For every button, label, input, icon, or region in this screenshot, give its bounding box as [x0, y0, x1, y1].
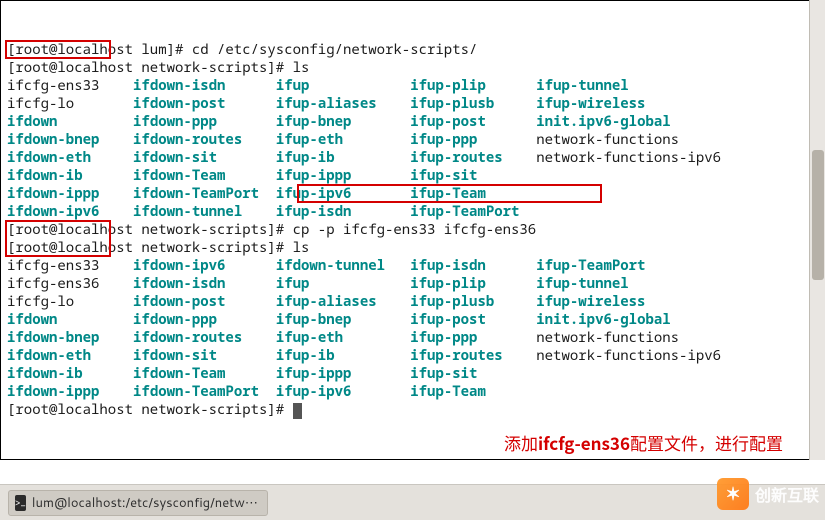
terminal-scrollbar[interactable]: [809, 0, 825, 460]
watermark-logo-icon: ✶: [717, 478, 749, 510]
watermark: ✶ 创新互联: [717, 478, 819, 510]
terminal-cursor: [293, 403, 302, 419]
terminal-window[interactable]: [root@localhost lum]# cd /etc/sysconfig/…: [0, 0, 825, 460]
taskbar: >_ lum@localhost:/etc/sysconfig/netw⋯: [0, 484, 825, 520]
annotation-text: 添加ifcfg-ens36配置文件，进行配置: [504, 430, 783, 455]
terminal-content: [root@localhost lum]# cd /etc/sysconfig/…: [7, 41, 818, 419]
terminal-icon: >_: [15, 495, 26, 511]
watermark-text: 创新互联: [755, 482, 819, 506]
scroll-thumb[interactable]: [812, 150, 824, 280]
taskbar-window-title: lum@localhost:/etc/sysconfig/netw⋯: [32, 494, 258, 512]
taskbar-window-button[interactable]: >_ lum@localhost:/etc/sysconfig/netw⋯: [8, 490, 268, 516]
